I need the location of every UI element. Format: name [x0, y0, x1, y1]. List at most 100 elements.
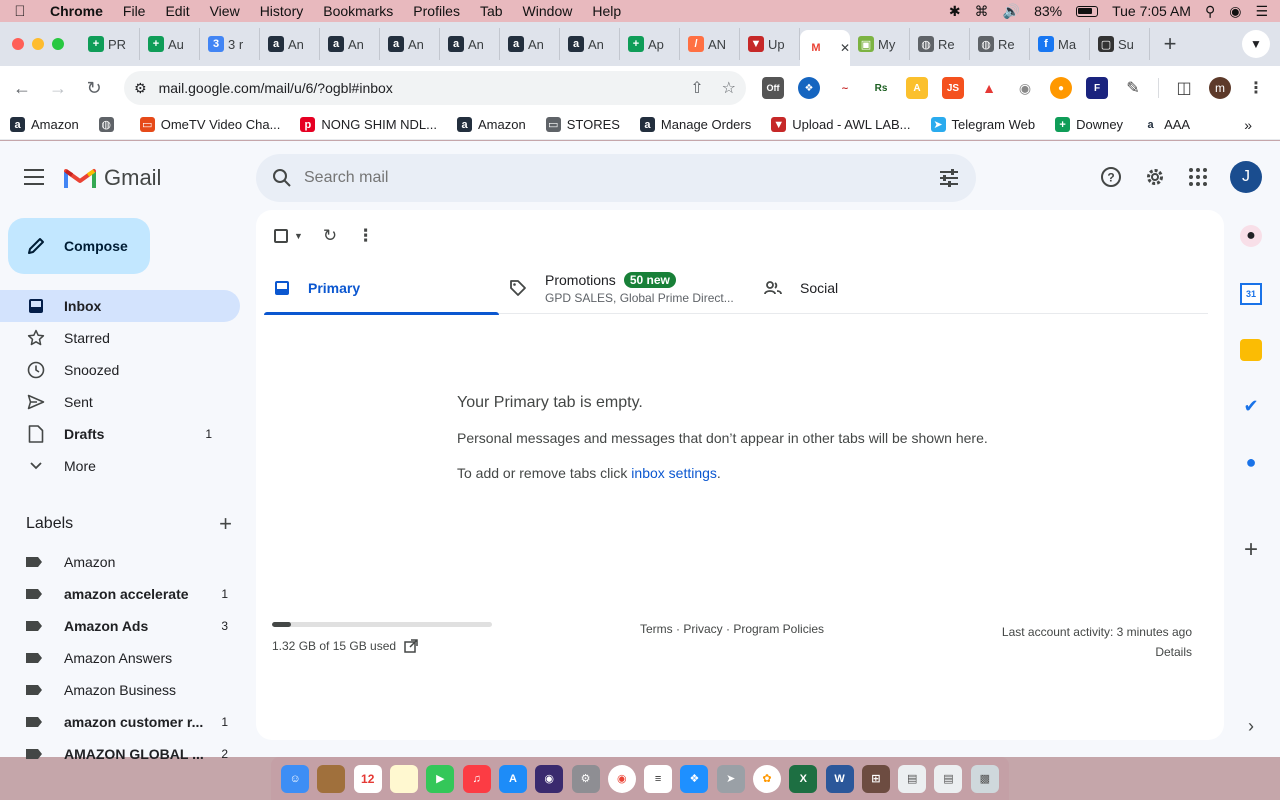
- reminders-icon[interactable]: ≡: [644, 764, 673, 793]
- tab-search-button[interactable]: ▼: [1242, 30, 1270, 58]
- bookmark-star-icon[interactable]: ☆: [722, 78, 736, 98]
- address-bar[interactable]: ⚙ mail.google.com/mail/u/6/?ogbl#inbox ⇧…: [124, 71, 746, 105]
- menu-file[interactable]: File: [113, 3, 156, 19]
- chrome-profile-avatar[interactable]: m: [1209, 77, 1231, 99]
- browser-tab[interactable]: a An: [320, 28, 380, 60]
- trash-icon[interactable]: ▩: [970, 764, 999, 793]
- clock[interactable]: Tue 7:05 AM: [1112, 3, 1191, 19]
- facetime-icon[interactable]: ▶: [426, 764, 455, 793]
- extension-f-icon[interactable]: F: [1086, 77, 1108, 99]
- more-bookmarks-icon[interactable]: »: [1244, 117, 1252, 133]
- extension-off-icon[interactable]: Off: [762, 77, 784, 99]
- system-settings-icon[interactable]: ⚙: [571, 764, 600, 793]
- browser-tab[interactable]: a An: [260, 28, 320, 60]
- notebook-app-icon[interactable]: [317, 764, 346, 793]
- browser-tab[interactable]: ▼ Up: [740, 28, 800, 60]
- menu-view[interactable]: View: [200, 3, 250, 19]
- select-all-checkbox[interactable]: [274, 229, 288, 243]
- wifi-icon[interactable]: ⌘: [975, 3, 989, 20]
- share-icon[interactable]: ⇧: [690, 78, 703, 98]
- menu-window[interactable]: Window: [513, 3, 583, 19]
- browser-tab[interactable]: ▣ My: [850, 28, 910, 60]
- tab-promotions[interactable]: Promotions 50 new GPD SALES, Global Prim…: [499, 262, 754, 314]
- calendar-app-icon[interactable]: 12: [353, 764, 382, 793]
- contacts-icon[interactable]: ●: [1240, 451, 1262, 473]
- calendar-icon[interactable]: 31: [1240, 283, 1262, 305]
- browser-tab[interactable]: a An: [500, 28, 560, 60]
- search-options-icon[interactable]: [938, 168, 960, 188]
- label-item[interactable]: Amazon Answers: [0, 642, 240, 674]
- close-tab-icon[interactable]: ✕: [840, 41, 850, 55]
- nav-item-snoozed[interactable]: Snoozed: [0, 354, 240, 386]
- launchpad-icon[interactable]: ➤: [716, 764, 745, 793]
- menu-bookmarks[interactable]: Bookmarks: [313, 3, 403, 19]
- new-tab-button[interactable]: +: [1156, 30, 1184, 58]
- browser-tab[interactable]: ▢ Su: [1090, 28, 1150, 60]
- control-center-icon[interactable]: ☰: [1255, 3, 1268, 20]
- excel-icon[interactable]: X: [789, 764, 818, 793]
- browser-tab[interactable]: + PR: [80, 28, 140, 60]
- battery-icon[interactable]: [1076, 5, 1099, 17]
- photos-icon[interactable]: ✿: [753, 764, 781, 793]
- menu-profiles[interactable]: Profiles: [403, 3, 470, 19]
- bookmark-item[interactable]: ▼ Upload - AWL LAB...: [771, 117, 911, 132]
- extension-blue-icon[interactable]: ❖: [798, 77, 820, 99]
- extension-sale-icon[interactable]: ∼: [834, 77, 856, 99]
- refresh-icon[interactable]: ↻: [323, 226, 337, 246]
- hide-side-panel-icon[interactable]: ›: [1240, 715, 1262, 737]
- chrome-app-icon[interactable]: ◉: [607, 764, 636, 793]
- calculator-icon[interactable]: ⊞: [861, 764, 890, 793]
- nav-item-drafts[interactable]: Drafts 1: [0, 418, 240, 450]
- extension-js-icon[interactable]: JS: [942, 77, 964, 99]
- siri-app-icon[interactable]: ◉: [535, 764, 564, 793]
- inbox-settings-link[interactable]: inbox settings: [631, 465, 717, 481]
- settings-gear-icon[interactable]: [1144, 166, 1166, 188]
- document-stack-icon[interactable]: ▤: [934, 764, 963, 793]
- extensions-puzzle-icon[interactable]: ✎: [1122, 77, 1144, 99]
- extension-cube-icon[interactable]: ◉: [1014, 77, 1036, 99]
- back-button[interactable]: ←: [4, 78, 40, 99]
- extension-acount-icon[interactable]: A: [906, 77, 928, 99]
- select-dropdown-icon[interactable]: ▼: [294, 231, 303, 241]
- browser-tab[interactable]: + Ap: [620, 28, 680, 60]
- menu-edit[interactable]: Edit: [155, 3, 199, 19]
- ghost-addon-icon[interactable]: ●: [1240, 225, 1262, 247]
- main-menu-icon[interactable]: [24, 169, 44, 190]
- help-icon[interactable]: ?: [1100, 166, 1122, 188]
- tab-primary[interactable]: Primary: [264, 262, 499, 315]
- browser-tab[interactable]: f Ma: [1030, 28, 1090, 60]
- menu-app-name[interactable]: Chrome: [40, 3, 113, 19]
- label-item[interactable]: Amazon: [0, 546, 240, 578]
- site-info-icon[interactable]: ⚙: [134, 80, 147, 97]
- notes-app-icon[interactable]: [390, 764, 419, 793]
- browser-tab[interactable]: a An: [560, 28, 620, 60]
- bookmark-item[interactable]: a Manage Orders: [639, 117, 751, 132]
- label-item[interactable]: Amazon Ads 3: [0, 610, 240, 642]
- bookmark-item[interactable]: ➤ Telegram Web: [930, 117, 1035, 132]
- compose-button[interactable]: Compose: [8, 218, 150, 274]
- bluetooth-icon[interactable]: ✱: [949, 3, 961, 20]
- nav-item-more[interactable]: More: [0, 450, 240, 482]
- bookmark-item[interactable]: + Downey: [1055, 117, 1123, 132]
- account-avatar[interactable]: J: [1230, 161, 1262, 193]
- chrome-menu-icon[interactable]: ⋮: [1245, 77, 1267, 99]
- open-external-icon[interactable]: [404, 639, 418, 653]
- finder-icon[interactable]: ☺: [281, 764, 310, 793]
- nav-item-sent[interactable]: Sent: [0, 386, 240, 418]
- spotlight-search-icon[interactable]: ⚲: [1205, 3, 1215, 20]
- policies-links[interactable]: Terms · Privacy · Program Policies: [640, 622, 824, 636]
- label-item[interactable]: Amazon Business: [0, 674, 240, 706]
- side-panel-icon[interactable]: ◫: [1173, 77, 1195, 99]
- browser-tab[interactable]: / AN: [680, 28, 740, 60]
- label-item[interactable]: amazon accelerate 1: [0, 578, 240, 610]
- menu-help[interactable]: Help: [582, 3, 631, 19]
- extension-orange-icon[interactable]: ●: [1050, 77, 1072, 99]
- app-store-icon[interactable]: A: [498, 764, 527, 793]
- get-addons-icon[interactable]: +: [1240, 536, 1262, 563]
- volume-icon[interactable]: 🔊: [1003, 3, 1020, 20]
- bookmark-item[interactable]: ▭ OmeTV Video Cha...: [139, 117, 280, 132]
- document-preview-icon[interactable]: ▤: [898, 764, 927, 793]
- nav-item-inbox[interactable]: Inbox: [0, 290, 240, 322]
- bookmark-item[interactable]: a Amazon: [457, 117, 526, 132]
- word-icon[interactable]: W: [825, 764, 854, 793]
